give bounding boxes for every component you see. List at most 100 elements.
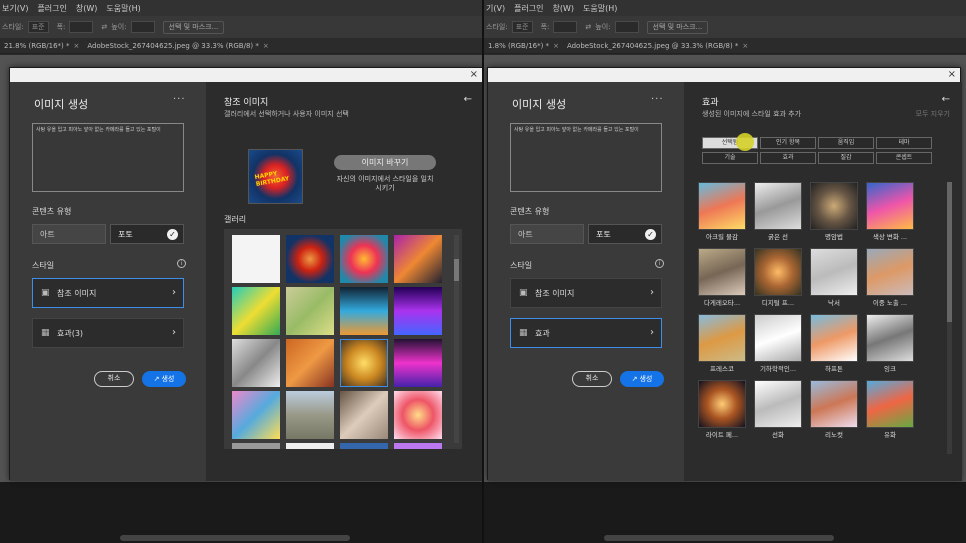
style-item-reference-image[interactable]: ▣ 참조 이미지 ›	[510, 278, 662, 308]
menu-plugins[interactable]: 플러그인	[37, 3, 66, 14]
gallery-scrollbar[interactable]	[454, 235, 459, 443]
effect-item[interactable]: 낙서	[810, 248, 858, 307]
menu-help[interactable]: 도움말(H)	[583, 3, 617, 14]
filter-chip-theme[interactable]: 테마	[876, 137, 932, 149]
info-icon[interactable]: i	[177, 259, 186, 268]
content-type-art[interactable]: 아트	[510, 224, 584, 244]
menu-view[interactable]: 보기(V)	[2, 3, 28, 14]
gallery-thumbnail[interactable]	[340, 287, 388, 335]
gallery-thumbnail[interactable]	[394, 235, 442, 283]
gallery-thumbnail[interactable]	[232, 339, 280, 387]
height-input[interactable]	[130, 21, 155, 33]
effect-item[interactable]: 리노컷	[810, 380, 858, 439]
effect-item[interactable]: 라이트 페...	[698, 380, 746, 439]
gallery-thumbnail[interactable]	[394, 443, 442, 449]
doc-tab[interactable]: AdobeStock_267404625.jpeg @ 33.3% (RGB/8…	[83, 42, 272, 50]
effect-item[interactable]: 프레스코	[698, 314, 746, 373]
doc-tab[interactable]: AdobeStock_267404625.jpeg @ 33.3% (RGB/8…	[563, 42, 752, 50]
gallery-thumbnail[interactable]	[232, 287, 280, 335]
width-input[interactable]	[69, 21, 94, 33]
effect-item[interactable]: 색상 변화 ...	[866, 182, 914, 241]
height-input[interactable]	[614, 21, 639, 33]
style-option-select[interactable]: 표준	[27, 21, 49, 33]
filter-chip-technique[interactable]: 기술	[702, 152, 758, 164]
effect-item[interactable]: 굵은 선	[754, 182, 802, 241]
filter-chip-popular[interactable]: 인기 항목	[760, 137, 816, 149]
swap-icon[interactable]: ⇄	[101, 23, 107, 31]
gallery-thumbnail[interactable]	[232, 235, 280, 283]
filter-chip-effects[interactable]: 효과	[760, 152, 816, 164]
gallery-thumbnail[interactable]	[286, 287, 334, 335]
swap-icon[interactable]: ⇄	[585, 23, 591, 31]
content-type-photo[interactable]: 포토 ✓	[588, 224, 662, 244]
close-icon[interactable]: ×	[553, 42, 559, 50]
doc-tab[interactable]: 21.8% (RGB/16*) * ×	[0, 42, 83, 50]
more-icon[interactable]: ···	[651, 94, 664, 105]
close-icon[interactable]: ×	[470, 68, 478, 82]
gallery-thumbnail-selected[interactable]	[340, 339, 388, 387]
effect-item[interactable]: 디지털 프...	[754, 248, 802, 307]
content-type-photo[interactable]: 포토 ✓	[110, 224, 184, 244]
close-icon[interactable]: ×	[263, 42, 269, 50]
generate-button[interactable]: ↗ 생성	[142, 371, 186, 387]
effect-item[interactable]: 다게레오타...	[698, 248, 746, 307]
filter-chip-concept[interactable]: 콘셉트	[876, 152, 932, 164]
gallery-thumbnail[interactable]	[394, 339, 442, 387]
effects-scrollbar[interactable]	[947, 182, 952, 454]
scrollbar-thumb[interactable]	[454, 259, 459, 281]
reference-thumbnail[interactable]: HAPPY BIRTHDAY	[248, 149, 303, 204]
replace-image-button[interactable]: 이미지 바꾸기	[334, 155, 436, 170]
menu-help[interactable]: 도움말(H)	[106, 3, 140, 14]
select-mask-button[interactable]: 선택 및 마스크...	[646, 20, 709, 34]
horizontal-scrollbar[interactable]	[604, 535, 834, 541]
gallery-thumbnail[interactable]	[232, 443, 280, 449]
horizontal-scrollbar[interactable]	[120, 535, 350, 541]
effect-item[interactable]: 유화	[866, 380, 914, 439]
gallery-thumbnail[interactable]	[394, 287, 442, 335]
style-item-reference-image[interactable]: ▣ 참조 이미지 ›	[32, 278, 184, 308]
gallery-thumbnail[interactable]	[286, 391, 334, 439]
gallery-thumbnail[interactable]	[232, 391, 280, 439]
filter-chip-texture[interactable]: 질감	[818, 152, 874, 164]
gallery-thumbnail[interactable]	[286, 443, 334, 449]
menu-view[interactable]: 기(V)	[486, 3, 505, 14]
info-icon[interactable]: i	[655, 259, 664, 268]
gallery-thumbnail[interactable]	[340, 391, 388, 439]
close-icon[interactable]: ×	[74, 42, 80, 50]
clear-all-link[interactable]: 모두 지우기	[916, 109, 950, 119]
width-input[interactable]	[553, 21, 578, 33]
close-icon[interactable]: ×	[948, 68, 956, 82]
menu-plugins[interactable]: 플러그인	[514, 3, 543, 14]
close-icon[interactable]: ×	[742, 42, 748, 50]
content-type-art[interactable]: 아트	[32, 224, 106, 244]
effect-item[interactable]: 이중 노출 ...	[866, 248, 914, 307]
back-arrow-icon[interactable]: ←	[942, 94, 950, 105]
style-option-select[interactable]: 표준	[511, 21, 533, 33]
prompt-input[interactable]: 사탕 유을 입고 피아노 앞아 없는 카메라를 들고 있는 포털이	[510, 123, 662, 192]
effect-item[interactable]: 잉크	[866, 314, 914, 373]
back-arrow-icon[interactable]: ←	[464, 94, 472, 105]
gallery-thumbnail[interactable]	[394, 391, 442, 439]
scrollbar-thumb[interactable]	[947, 182, 952, 322]
select-mask-button[interactable]: 선택 및 마스크...	[162, 20, 225, 34]
cancel-button[interactable]: 취소	[94, 371, 134, 387]
gallery-thumbnail[interactable]	[286, 339, 334, 387]
gallery-thumbnail[interactable]	[340, 235, 388, 283]
filter-chip-movement[interactable]: 움직임	[818, 137, 874, 149]
menu-window[interactable]: 창(W)	[76, 3, 98, 14]
more-icon[interactable]: ···	[173, 94, 186, 105]
style-item-effects[interactable]: ▦ 효과 ›	[510, 318, 662, 348]
effect-item[interactable]: 명암법	[810, 182, 858, 241]
menu-window[interactable]: 창(W)	[553, 3, 575, 14]
style-item-effects[interactable]: ▦ 효과(3) ›	[32, 318, 184, 348]
generate-button[interactable]: ↗ 생성	[620, 371, 664, 387]
effect-item[interactable]: 아크릴 물감	[698, 182, 746, 241]
doc-tab[interactable]: 1.8% (RGB/16*) * ×	[484, 42, 563, 50]
gallery-thumbnail[interactable]	[286, 235, 334, 283]
prompt-input[interactable]: 사탕 유을 입고 피아노 앞아 없는 카메라를 들고 있는 포털이	[32, 123, 184, 192]
effect-item[interactable]: 선화	[754, 380, 802, 439]
gallery-thumbnail[interactable]	[340, 443, 388, 449]
cancel-button[interactable]: 취소	[572, 371, 612, 387]
effect-item[interactable]: 하프톤	[810, 314, 858, 373]
effect-item[interactable]: 기하학적인...	[754, 314, 802, 373]
